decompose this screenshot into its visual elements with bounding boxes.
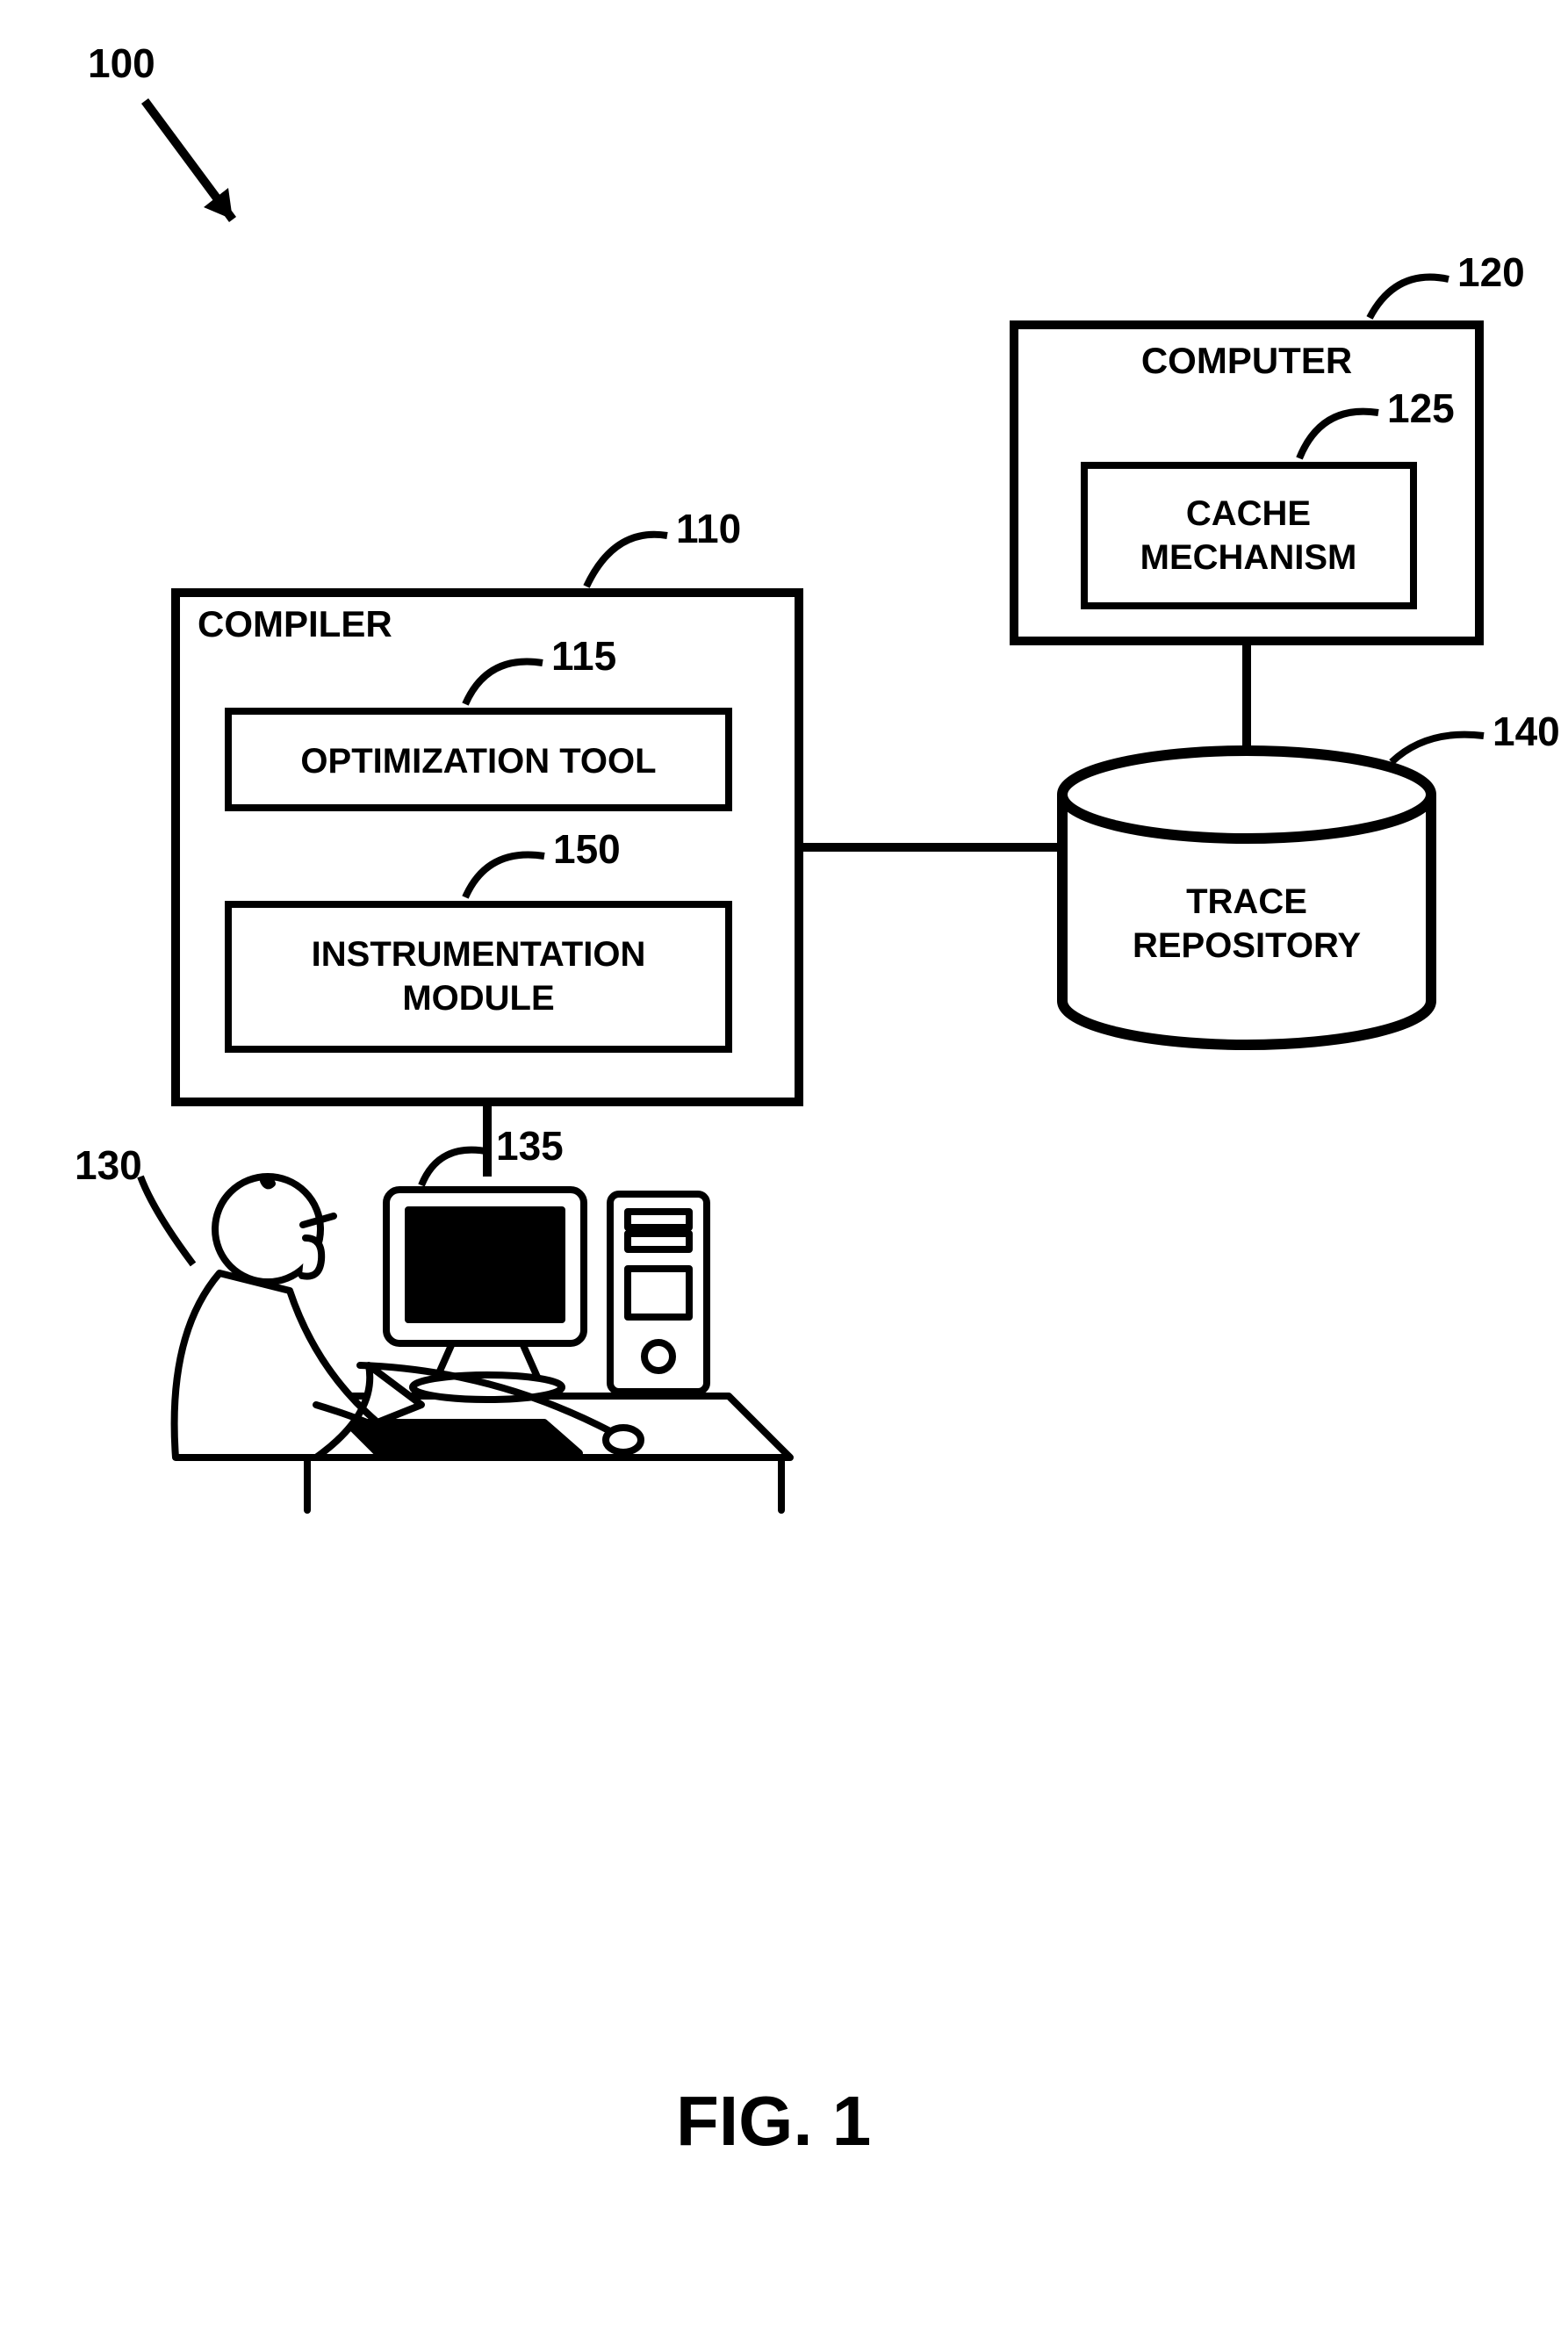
ref-125: 125: [1387, 385, 1455, 432]
compiler-box: COMPILER OPTIMIZATION TOOL INSTRUMENTATI…: [176, 593, 799, 1102]
ref-150-callout: [465, 855, 544, 897]
trace-repository-cylinder: TRACE REPOSITORY: [1062, 751, 1431, 1045]
ref-115-callout: [465, 662, 543, 704]
ref-130-callout: [140, 1177, 193, 1264]
figure-canvas: COMPILER OPTIMIZATION TOOL INSTRUMENTATI…: [0, 0, 1568, 2332]
cache-mechanism-box: CACHE MECHANISM: [1084, 465, 1413, 606]
ref-135: 135: [496, 1122, 564, 1170]
ref-140-callout: [1392, 735, 1484, 762]
instrumentation-label-2: MODULE: [402, 979, 554, 1018]
ref-110: 110: [676, 505, 741, 552]
ref-130: 130: [75, 1141, 142, 1189]
ref-150: 150: [553, 825, 621, 873]
ref-120-callout: [1370, 277, 1449, 318]
ref-135-callout: [421, 1150, 490, 1185]
instrumentation-label-1: INSTRUMENTATION: [312, 935, 646, 974]
diagram-svg: COMPILER OPTIMIZATION TOOL INSTRUMENTATI…: [0, 0, 1568, 2332]
computer-box: COMPUTER CACHE MECHANISM: [1014, 325, 1479, 641]
ref-100: 100: [88, 40, 155, 87]
cache-label-2: MECHANISM: [1140, 538, 1357, 577]
optimization-tool-label: OPTIMIZATION TOOL: [300, 742, 656, 781]
computer-title: COMPUTER: [1141, 340, 1352, 381]
compiler-title: COMPILER: [198, 603, 392, 644]
repo-label-1: TRACE: [1186, 882, 1307, 921]
ref-115: 115: [551, 632, 616, 680]
ref-120: 120: [1457, 248, 1525, 296]
cache-label-1: CACHE: [1186, 494, 1311, 533]
instrumentation-module-box: INSTRUMENTATION MODULE: [228, 904, 729, 1049]
ref-110-callout: [586, 535, 667, 587]
tower-icon: [610, 1194, 707, 1392]
figure-arrow: [145, 101, 233, 220]
ref-140: 140: [1492, 708, 1560, 755]
user-terminal-icon: [175, 1177, 790, 1510]
ref-125-callout: [1299, 412, 1378, 458]
figure-caption: FIG. 1: [676, 2081, 871, 2162]
optimization-tool-box: OPTIMIZATION TOOL: [228, 711, 729, 808]
repo-label-2: REPOSITORY: [1133, 926, 1361, 965]
